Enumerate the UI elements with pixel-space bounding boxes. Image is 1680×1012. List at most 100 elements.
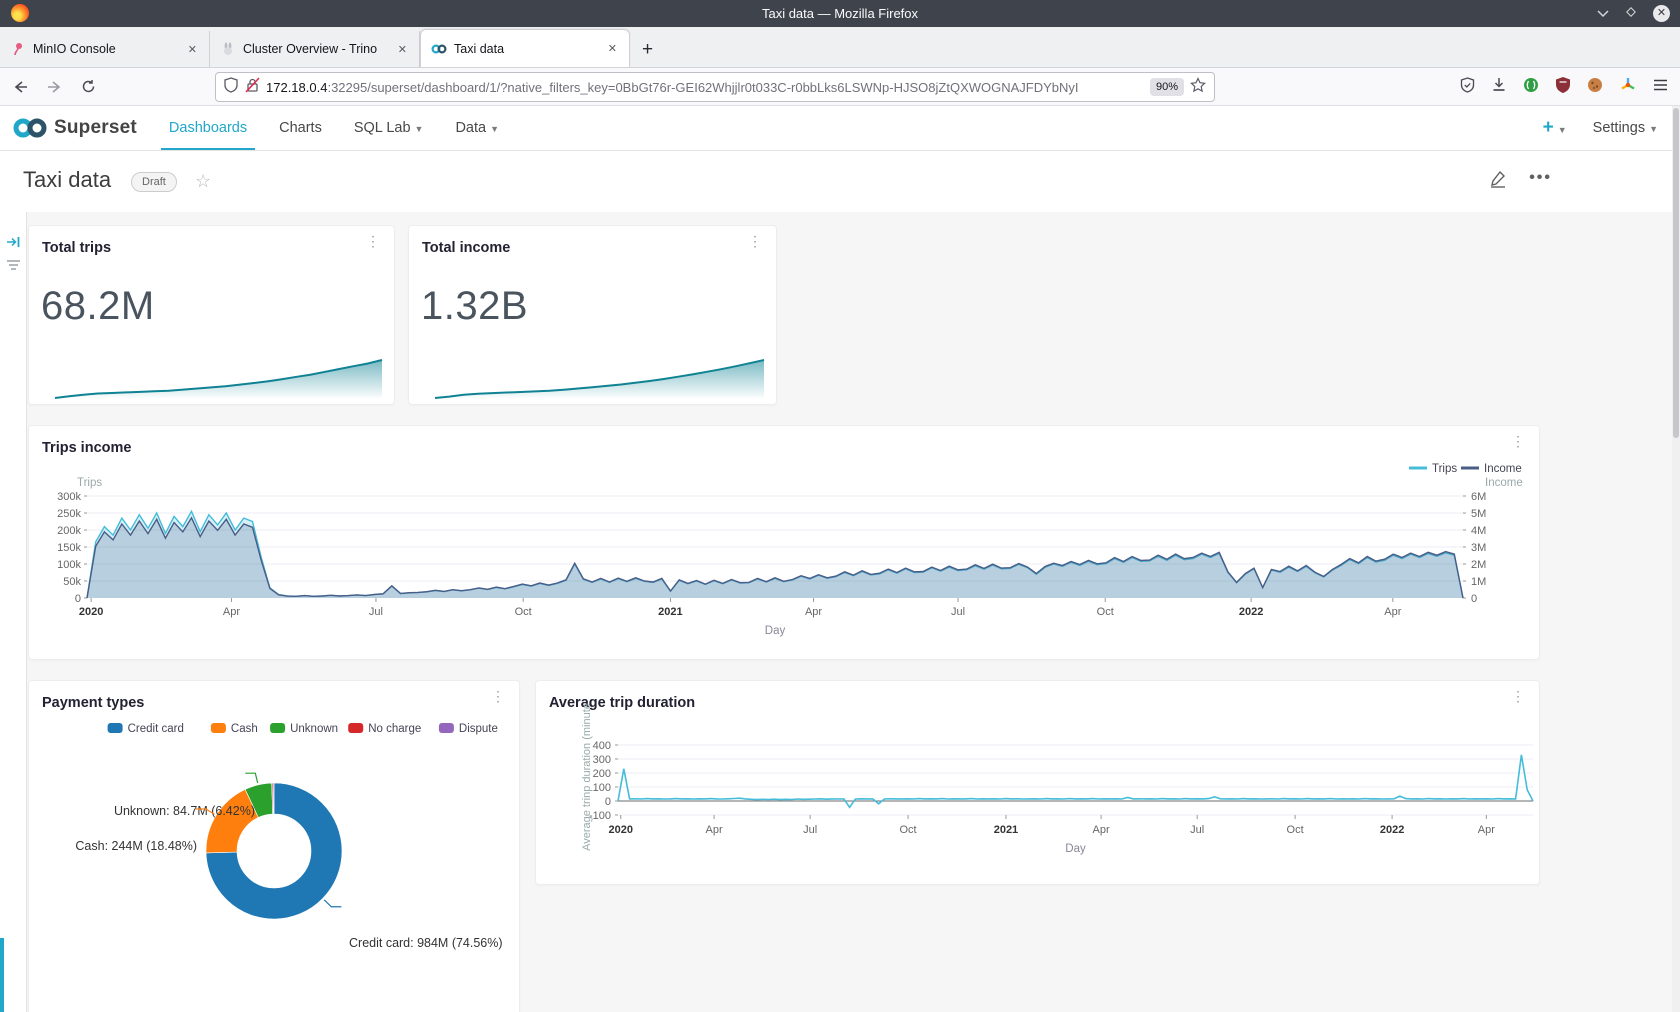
chart-title: Total income — [422, 240, 510, 256]
card-trips-income: Trips income ⋮ TripsIncomeTripsIncome005… — [28, 425, 1540, 660]
tab-close-icon[interactable]: ✕ — [184, 41, 201, 58]
url-bar[interactable]: 172.18.0.4:32295/superset/dashboard/1/?n… — [215, 72, 1215, 102]
svg-text:0: 0 — [605, 796, 611, 808]
nav-dashboards[interactable]: Dashboards — [169, 120, 247, 136]
svg-text:Oct: Oct — [1287, 824, 1304, 836]
tab-taxi-data[interactable]: Taxi data ✕ — [420, 29, 630, 67]
tab-minio-console[interactable]: MinIO Console ✕ — [0, 31, 210, 67]
big-number-value: 1.32B — [421, 284, 528, 329]
svg-text:Oct: Oct — [1097, 606, 1114, 618]
maximize-icon[interactable] — [1625, 5, 1637, 23]
svg-text:250k: 250k — [57, 508, 81, 520]
svg-text:Unknown: 84.7M (6.42%): Unknown: 84.7M (6.42%) — [114, 804, 255, 818]
svg-text:2021: 2021 — [658, 606, 682, 618]
reload-icon[interactable] — [74, 74, 102, 100]
tab-close-icon[interactable]: ✕ — [604, 40, 621, 57]
svg-text:Day: Day — [1065, 843, 1086, 855]
window-title: Taxi data — Mozilla Firefox — [0, 6, 1680, 21]
url-path: :32295/superset/dashboard/1/?native_filt… — [327, 80, 1078, 95]
expand-filters-icon[interactable] — [6, 235, 21, 254]
chart-menu-icon[interactable]: ⋮ — [491, 693, 505, 699]
svg-text:0: 0 — [1471, 593, 1477, 605]
svg-text:Jul: Jul — [369, 606, 383, 618]
svg-text:Apr: Apr — [1384, 606, 1401, 618]
svg-text:Apr: Apr — [223, 606, 240, 618]
favorite-star-icon[interactable]: ☆ — [195, 171, 211, 192]
close-window-icon[interactable]: ✕ — [1653, 5, 1670, 22]
svg-text:No charge: No charge — [368, 723, 421, 735]
svg-text:1M: 1M — [1471, 576, 1486, 588]
back-icon[interactable] — [6, 74, 34, 100]
nav-sql-lab[interactable]: SQL Lab▼ — [354, 120, 424, 136]
svg-text:Income: Income — [1485, 477, 1523, 489]
trips-income-chart: TripsIncomeTripsIncome0050k1M100k2M150k3… — [29, 444, 1539, 660]
card-total-income: Total income ⋮ 1.32B — [408, 225, 777, 405]
tab-close-icon[interactable]: ✕ — [394, 41, 411, 58]
dashboard-header: Taxi data Draft ☆ ••• — [0, 151, 1680, 212]
filter-bar-collapsed — [0, 212, 27, 1012]
scrollbar-thumb[interactable] — [1673, 108, 1679, 438]
add-new-button[interactable]: +▼ — [1543, 117, 1567, 139]
svg-text:Apr: Apr — [706, 824, 723, 836]
filter-bar-accent — [0, 938, 4, 1012]
url-host: 172.18.0.4 — [266, 80, 327, 95]
rabbit-icon — [220, 41, 236, 57]
zoom-level-badge[interactable]: 90% — [1150, 78, 1184, 96]
chevron-down-icon: ▼ — [1558, 125, 1567, 135]
tab-title: Taxi data — [454, 42, 604, 56]
chevron-down-icon: ▼ — [490, 124, 499, 134]
svg-text:Day: Day — [765, 625, 786, 637]
big-number-value: 68.2M — [41, 284, 155, 329]
edit-pencil-icon[interactable] — [1489, 169, 1507, 193]
svg-text:Unknown: Unknown — [290, 723, 338, 735]
svg-text:Oct: Oct — [515, 606, 532, 618]
superset-infinity-icon — [12, 116, 48, 140]
superset-logo[interactable]: Superset — [12, 116, 137, 140]
svg-text:2022: 2022 — [1380, 824, 1404, 836]
svg-text:Income: Income — [1484, 463, 1522, 475]
ublock-shield-icon[interactable] — [1556, 77, 1570, 98]
svg-text:3M: 3M — [1471, 542, 1486, 554]
svg-text:50k: 50k — [63, 576, 81, 588]
download-icon[interactable] — [1492, 77, 1506, 97]
tab-title: Cluster Overview - Trino — [243, 42, 394, 56]
svg-text:Cash: 244M (18.48%): Cash: 244M (18.48%) — [75, 839, 197, 853]
svg-text:2022: 2022 — [1239, 606, 1263, 618]
nav-data[interactable]: Data▼ — [455, 120, 499, 136]
chevron-down-icon: ▼ — [1649, 124, 1658, 134]
chevron-down-icon: ▼ — [415, 124, 424, 134]
svg-text:Cash: Cash — [231, 723, 258, 735]
avg-trip-duration-chart: Average trinp duration (minute-100010020… — [536, 699, 1539, 884]
svg-text:300: 300 — [593, 754, 611, 766]
tab-cluster-overview-trino[interactable]: Cluster Overview - Trino ✕ — [210, 31, 420, 67]
chart-menu-icon[interactable]: ⋮ — [748, 238, 762, 244]
bookmark-star-icon[interactable] — [1190, 77, 1206, 98]
chart-title: Payment types — [42, 695, 144, 711]
cookie-icon[interactable] — [1587, 77, 1603, 98]
svg-text:100k: 100k — [57, 559, 81, 571]
url-text[interactable]: 172.18.0.4:32295/superset/dashboard/1/?n… — [266, 80, 1144, 95]
minimize-icon[interactable] — [1597, 5, 1609, 23]
nav-charts[interactable]: Charts — [279, 120, 322, 136]
svg-text:0: 0 — [75, 593, 81, 605]
extension-green-icon[interactable] — [1523, 77, 1539, 98]
new-tab-icon[interactable]: + — [630, 39, 665, 67]
menu-hamburger-icon[interactable] — [1653, 78, 1668, 96]
svg-text:Apr: Apr — [1478, 824, 1495, 836]
svg-text:6M: 6M — [1471, 491, 1486, 503]
chart-title: Total trips — [42, 240, 111, 256]
settings-menu[interactable]: Settings▼ — [1593, 120, 1658, 136]
card-payment-types: Payment types ⋮ Credit cardCashUnknownNo… — [28, 680, 520, 1012]
svg-text:Apr: Apr — [1093, 824, 1110, 836]
brand-name: Superset — [54, 117, 137, 139]
more-options-icon[interactable]: ••• — [1529, 169, 1552, 193]
chart-menu-icon[interactable]: ⋮ — [366, 238, 380, 244]
titlebar: Taxi data — Mozilla Firefox ✕ — [0, 0, 1680, 27]
tracking-shield-icon[interactable] — [224, 77, 238, 98]
pocket-shield-icon[interactable] — [1460, 77, 1475, 98]
filter-list-icon[interactable] — [6, 258, 21, 276]
forward-icon[interactable] — [40, 74, 68, 100]
svg-text:2M: 2M — [1471, 559, 1486, 571]
insecure-lock-icon[interactable] — [245, 77, 260, 98]
pinwheel-extension-icon[interactable] — [1620, 77, 1636, 98]
